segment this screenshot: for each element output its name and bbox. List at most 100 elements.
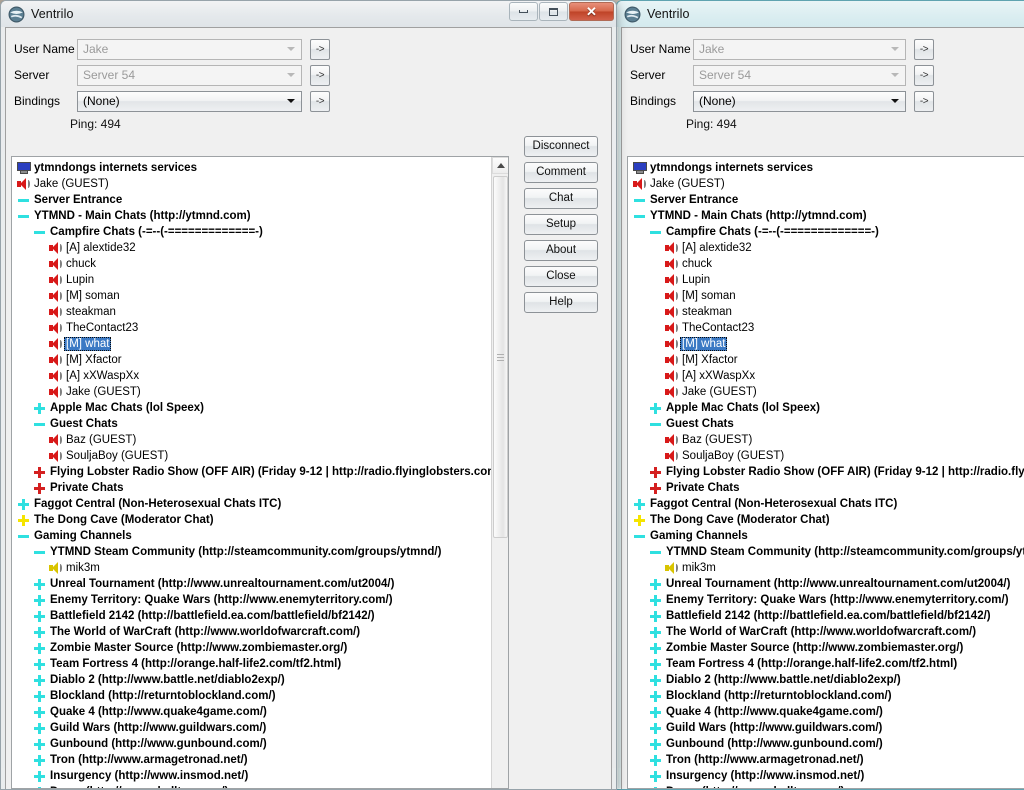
tree-channel-row[interactable]: YTMND - Main Chats (http://ytmnd.com) <box>631 208 1024 224</box>
tree-user-row[interactable]: chuck <box>15 256 508 272</box>
minus-cyan-icon[interactable] <box>31 227 48 238</box>
plus-yellow-icon[interactable] <box>631 515 648 526</box>
server-go-button[interactable]: -> <box>310 65 330 86</box>
tree-user-row[interactable]: [A] xXWaspXx <box>15 368 508 384</box>
tree-channel-row[interactable]: Tron (http://www.armagetronad.net/) <box>631 752 1024 768</box>
tree-channel-row[interactable]: ytmndongs internets services <box>15 160 508 176</box>
tree-user-row[interactable]: [M] Xfactor <box>15 352 508 368</box>
tree-channel-row[interactable]: Doom (http://www.skulltag.com/) <box>15 784 508 788</box>
plus-cyan-icon[interactable] <box>15 499 32 510</box>
tree-channel-row[interactable]: Insurgency (http://www.insmod.net/) <box>631 768 1024 784</box>
tree-channel-row[interactable]: Campfire Chats (-=--(-=============-) <box>15 224 508 240</box>
minus-cyan-icon[interactable] <box>15 195 32 206</box>
username-go-button-bg[interactable]: -> <box>914 39 934 60</box>
plus-cyan-icon[interactable] <box>647 643 664 654</box>
tree-channel-row[interactable]: Apple Mac Chats (lol Speex) <box>15 400 508 416</box>
plus-cyan-icon[interactable] <box>31 787 48 789</box>
tree-channel-row[interactable]: YTMND Steam Community (http://steamcommu… <box>631 544 1024 560</box>
plus-cyan-icon[interactable] <box>31 611 48 622</box>
help-button[interactable]: Help <box>524 292 598 313</box>
tree-channel-row[interactable]: YTMND - Main Chats (http://ytmnd.com) <box>15 208 508 224</box>
minus-cyan-icon[interactable] <box>647 227 664 238</box>
plus-cyan-icon[interactable] <box>647 579 664 590</box>
minus-cyan-icon[interactable] <box>31 419 48 430</box>
plus-cyan-icon[interactable] <box>31 739 48 750</box>
tree-channel-row[interactable]: ytmndongs internets services <box>631 160 1024 176</box>
minus-cyan-icon[interactable] <box>15 531 32 542</box>
plus-red-icon[interactable] <box>31 467 48 478</box>
channel-tree[interactable]: ytmndongs internets servicesJake (GUEST)… <box>11 156 509 789</box>
plus-cyan-icon[interactable] <box>31 707 48 718</box>
server-go-button-bg[interactable]: -> <box>914 65 934 86</box>
channel-tree-list-bg[interactable]: ytmndongs internets servicesJake (GUEST)… <box>628 157 1024 788</box>
titlebar-background-window[interactable]: Ventrilo <box>617 1 1024 27</box>
tree-channel-row[interactable]: Enemy Territory: Quake Wars (http://www.… <box>631 592 1024 608</box>
server-combo-bg[interactable]: Server 54 <box>693 65 906 86</box>
minus-cyan-icon[interactable] <box>647 419 664 430</box>
tree-user-row[interactable]: Jake (GUEST) <box>15 176 508 192</box>
tree-user-row[interactable]: TheContact23 <box>631 320 1024 336</box>
tree-channel-row[interactable]: Team Fortress 4 (http://orange.half-life… <box>15 656 508 672</box>
plus-cyan-icon[interactable] <box>647 659 664 670</box>
username-combo[interactable]: Jake <box>77 39 302 60</box>
plus-cyan-icon[interactable] <box>31 755 48 766</box>
tree-user-row[interactable]: TheContact23 <box>15 320 508 336</box>
tree-user-row[interactable]: [M] Xfactor <box>631 352 1024 368</box>
bindings-go-button[interactable]: -> <box>310 91 330 112</box>
minus-cyan-icon[interactable] <box>631 531 648 542</box>
plus-cyan-icon[interactable] <box>31 723 48 734</box>
tree-channel-row[interactable]: Zombie Master Source (http://www.zombiem… <box>631 640 1024 656</box>
disconnect-button[interactable]: Disconnect <box>524 136 598 157</box>
about-button[interactable]: About <box>524 240 598 261</box>
tree-channel-row[interactable]: Apple Mac Chats (lol Speex) <box>631 400 1024 416</box>
tree-channel-row[interactable]: Quake 4 (http://www.quake4game.com/) <box>631 704 1024 720</box>
tree-channel-row[interactable]: Unreal Tournament (http://www.unrealtour… <box>631 576 1024 592</box>
tree-channel-row[interactable]: The Dong Cave (Moderator Chat) <box>631 512 1024 528</box>
close-button[interactable]: ✕ <box>569 2 614 21</box>
plus-cyan-icon[interactable] <box>31 691 48 702</box>
tree-user-row[interactable]: SouljaBoy (GUEST) <box>631 448 1024 464</box>
tree-channel-row[interactable]: Team Fortress 4 (http://orange.half-life… <box>631 656 1024 672</box>
tree-user-row[interactable]: Jake (GUEST) <box>631 384 1024 400</box>
close-button[interactable]: Close <box>524 266 598 287</box>
tree-channel-row[interactable]: Faggot Central (Non-Heterosexual Chats I… <box>631 496 1024 512</box>
tree-channel-row[interactable]: Guild Wars (http://www.guildwars.com/) <box>631 720 1024 736</box>
tree-channel-row[interactable]: Doom (http://www.skulltag.com/) <box>631 784 1024 788</box>
tree-user-row[interactable]: Jake (GUEST) <box>631 176 1024 192</box>
tree-channel-row[interactable]: Diablo 2 (http://www.battle.net/diablo2e… <box>631 672 1024 688</box>
channel-tree-list[interactable]: ytmndongs internets servicesJake (GUEST)… <box>12 157 508 788</box>
tree-channel-row[interactable]: Gaming Channels <box>15 528 508 544</box>
tree-user-row[interactable]: Jake (GUEST) <box>15 384 508 400</box>
plus-cyan-icon[interactable] <box>631 499 648 510</box>
tree-channel-row[interactable]: Private Chats <box>631 480 1024 496</box>
titlebar-foreground-window[interactable]: Ventrilo ✕ <box>1 1 616 27</box>
tree-channel-row[interactable]: Server Entrance <box>15 192 508 208</box>
plus-cyan-icon[interactable] <box>647 691 664 702</box>
plus-red-icon[interactable] <box>647 483 664 494</box>
plus-cyan-icon[interactable] <box>31 627 48 638</box>
tree-channel-row[interactable]: Flying Lobster Radio Show (OFF AIR) (Fri… <box>631 464 1024 480</box>
tree-channel-row[interactable]: Guest Chats <box>631 416 1024 432</box>
tree-user-row[interactable]: [M] what <box>631 336 1024 352</box>
tree-channel-row[interactable]: Gunbound (http://www.gunbound.com/) <box>631 736 1024 752</box>
tree-channel-row[interactable]: Guest Chats <box>15 416 508 432</box>
tree-channel-row[interactable]: Faggot Central (Non-Heterosexual Chats I… <box>15 496 508 512</box>
plus-cyan-icon[interactable] <box>31 659 48 670</box>
tree-user-row[interactable]: steakman <box>631 304 1024 320</box>
tree-user-row[interactable]: Lupin <box>15 272 508 288</box>
minus-cyan-icon[interactable] <box>631 211 648 222</box>
tree-channel-row[interactable]: Battlefield 2142 (http://battlefield.ea.… <box>631 608 1024 624</box>
tree-channel-row[interactable]: YTMND Steam Community (http://steamcommu… <box>15 544 508 560</box>
tree-channel-row[interactable]: The World of WarCraft (http://www.worldo… <box>631 624 1024 640</box>
tree-channel-row[interactable]: Insurgency (http://www.insmod.net/) <box>15 768 508 784</box>
tree-channel-row[interactable]: Blockland (http://returntoblockland.com/… <box>631 688 1024 704</box>
plus-cyan-icon[interactable] <box>647 723 664 734</box>
server-combo[interactable]: Server 54 <box>77 65 302 86</box>
minimize-button[interactable] <box>509 2 538 21</box>
tree-user-row[interactable]: chuck <box>631 256 1024 272</box>
plus-cyan-icon[interactable] <box>647 707 664 718</box>
bindings-combo[interactable]: (None) <box>77 91 302 112</box>
tree-channel-row[interactable]: The World of WarCraft (http://www.worldo… <box>15 624 508 640</box>
tree-user-row[interactable]: [A] xXWaspXx <box>631 368 1024 384</box>
tree-channel-row[interactable]: Unreal Tournament (http://www.unrealtour… <box>15 576 508 592</box>
